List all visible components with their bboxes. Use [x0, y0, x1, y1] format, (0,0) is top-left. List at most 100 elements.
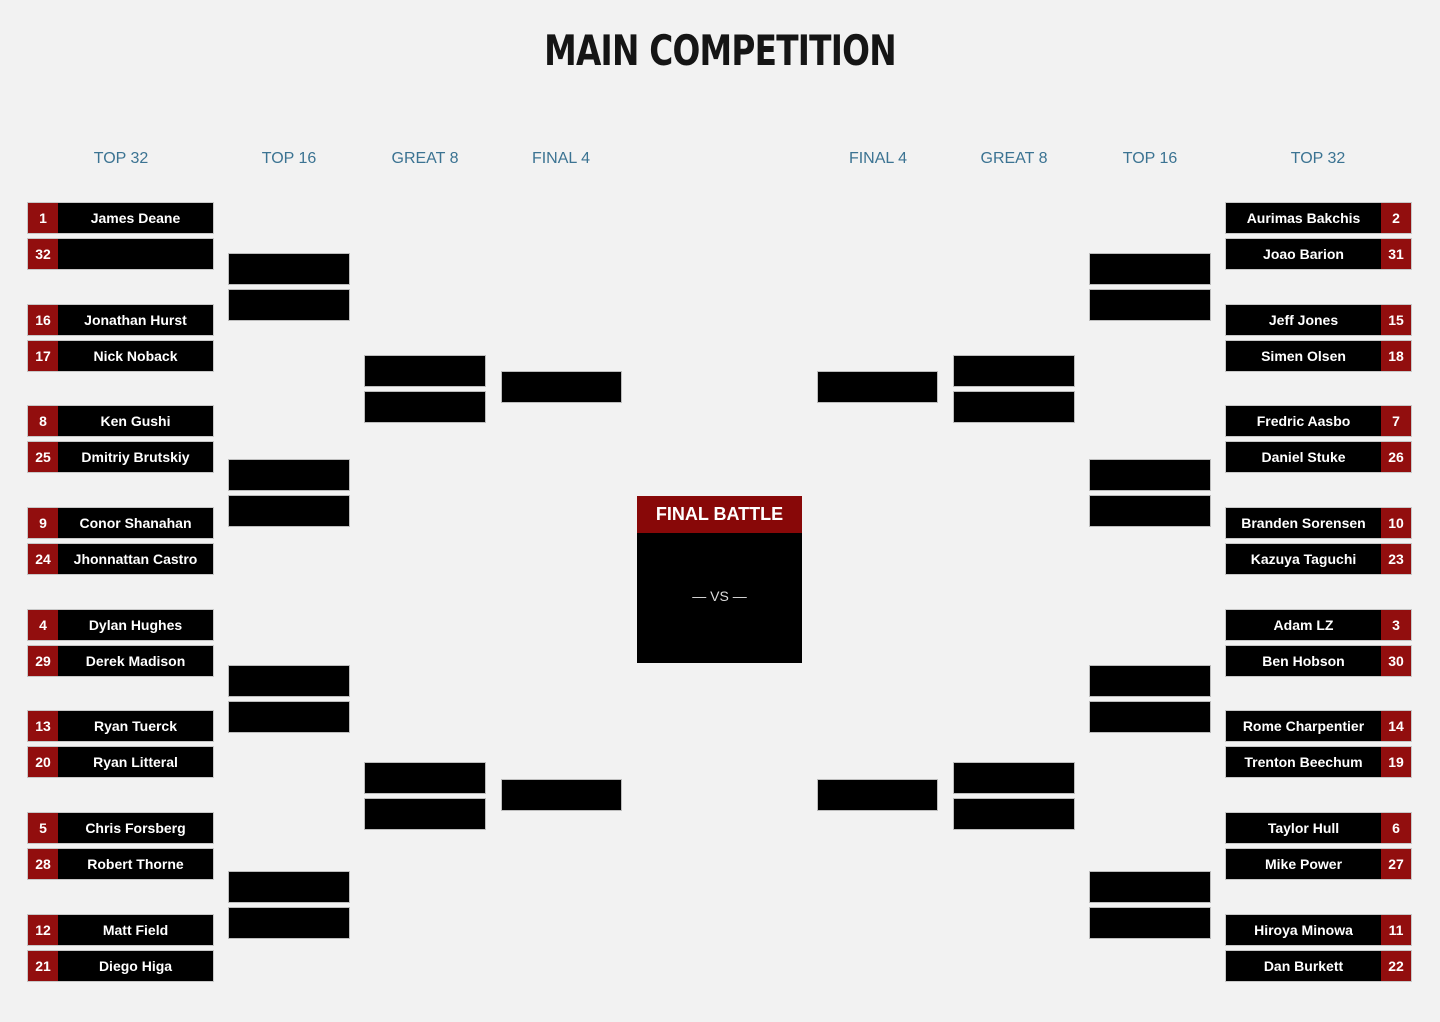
seed-number: 27 [1381, 849, 1411, 879]
bracket-entry-left[interactable]: 16 Jonathan Hurst [27, 304, 214, 336]
bracket-entry-right[interactable]: Dan Burkett 22 [1225, 950, 1412, 982]
top16-slot-right[interactable] [1089, 907, 1211, 939]
round-label-top32-right: TOP 32 [1290, 150, 1346, 167]
bracket-entry-left[interactable]: 28 Robert Thorne [27, 848, 214, 880]
bracket-entry-right[interactable]: Mike Power 27 [1225, 848, 1412, 880]
seed-number: 7 [1381, 406, 1411, 436]
final4-slot-left[interactable] [501, 371, 622, 403]
great8-slot-left[interactable] [364, 355, 486, 387]
bracket-entry-left[interactable]: 20 Ryan Litteral [27, 746, 214, 778]
competitor-name: Adam LZ [1273, 617, 1334, 633]
top16-slot-right[interactable] [1089, 253, 1211, 285]
competitor-name: Hiroya Minowa [1254, 922, 1353, 938]
seed-number: 21 [28, 951, 58, 981]
bracket-entry-right[interactable]: Trenton Beechum 19 [1225, 746, 1412, 778]
top16-slot-right[interactable] [1089, 665, 1211, 697]
bracket-entry-right[interactable]: Kazuya Taguchi 23 [1225, 543, 1412, 575]
top16-slot-right[interactable] [1089, 701, 1211, 733]
top16-slot-right[interactable] [1089, 459, 1211, 491]
competitor-name: Ryan Tuerck [94, 718, 177, 734]
bracket-entry-left[interactable]: 1 James Deane [27, 202, 214, 234]
bracket-entry-right[interactable]: Rome Charpentier 14 [1225, 710, 1412, 742]
competitor-name: Jonathan Hurst [84, 312, 187, 328]
bracket-entry-right[interactable]: Joao Barion 31 [1225, 238, 1412, 270]
top16-slot-left[interactable] [228, 495, 350, 527]
seed-number: 1 [28, 203, 58, 233]
bracket-entry-right[interactable]: Adam LZ 3 [1225, 609, 1412, 641]
bracket-entry-left[interactable]: 25 Dmitriy Brutskiy [27, 441, 214, 473]
bracket-entry-right[interactable]: Aurimas Bakchis 2 [1225, 202, 1412, 234]
final4-slot-left[interactable] [501, 779, 622, 811]
seed-number: 25 [28, 442, 58, 472]
final4-slot-right[interactable] [817, 371, 938, 403]
top16-slot-left[interactable] [228, 665, 350, 697]
bracket-entry-right[interactable]: Hiroya Minowa 11 [1225, 914, 1412, 946]
seed-number: 6 [1381, 813, 1411, 843]
competitor-name: Mike Power [1264, 856, 1343, 872]
top16-slot-right[interactable] [1089, 871, 1211, 903]
competitor-name: James Deane [90, 210, 181, 226]
bracket-entry-right[interactable]: Branden Sorensen 10 [1225, 507, 1412, 539]
top16-slot-left[interactable] [228, 289, 350, 321]
competitor-name: Rome Charpentier [1242, 718, 1365, 734]
bracket-entry-right[interactable]: Simen Olsen 18 [1225, 340, 1412, 372]
bracket-entry-left[interactable]: 17 Nick Noback [27, 340, 214, 372]
great8-slot-right[interactable] [953, 798, 1075, 830]
seed-number: 15 [1381, 305, 1411, 335]
final-battle-box[interactable]: FINAL BATTLE — VS — [637, 496, 802, 663]
seed-number: 9 [28, 508, 58, 538]
great8-slot-right[interactable] [953, 762, 1075, 794]
bracket-entry-left[interactable]: 13 Ryan Tuerck [27, 710, 214, 742]
great8-slot-left[interactable] [364, 762, 486, 794]
great8-slot-left[interactable] [364, 391, 486, 423]
seed-number: 4 [28, 610, 58, 640]
competitor-name [58, 239, 213, 269]
bracket-entry-right[interactable]: Taylor Hull 6 [1225, 812, 1412, 844]
bracket-entry-left[interactable]: 4 Dylan Hughes [27, 609, 214, 641]
seed-number: 26 [1381, 442, 1411, 472]
seed-number: 31 [1381, 239, 1411, 269]
competitor-name: Dylan Hughes [88, 617, 183, 633]
seed-number: 29 [28, 646, 58, 676]
competitor-name: Joao Barion [1263, 246, 1344, 262]
top16-slot-left[interactable] [228, 907, 350, 939]
vs-label: — VS — [692, 588, 747, 604]
great8-slot-right[interactable] [953, 355, 1075, 387]
competitor-name: Branden Sorensen [1241, 515, 1366, 531]
top16-slot-right[interactable] [1089, 289, 1211, 321]
seed-number: 22 [1381, 951, 1411, 981]
competitor-name: Derek Madison [85, 653, 186, 669]
bracket-entry-right[interactable]: Fredric Aasbo 7 [1225, 405, 1412, 437]
bracket-entry-left[interactable]: 24 Jhonnattan Castro [27, 543, 214, 575]
round-label-final4-left: FINAL 4 [531, 150, 591, 167]
competitor-name: Ken Gushi [100, 413, 171, 429]
bracket-entry-left[interactable]: 29 Derek Madison [27, 645, 214, 677]
seed-number: 20 [28, 747, 58, 777]
top16-slot-left[interactable] [228, 459, 350, 491]
final4-slot-right[interactable] [817, 779, 938, 811]
competitor-name: Aurimas Bakchis [1246, 210, 1361, 226]
top16-slot-left[interactable] [228, 871, 350, 903]
seed-number: 19 [1381, 747, 1411, 777]
top16-slot-left[interactable] [228, 253, 350, 285]
competitor-name: Matt Field [102, 922, 169, 938]
bracket-entry-right[interactable]: Daniel Stuke 26 [1225, 441, 1412, 473]
bracket-entry-left[interactable]: 12 Matt Field [27, 914, 214, 946]
bracket-entry-right[interactable]: Jeff Jones 15 [1225, 304, 1412, 336]
great8-slot-right[interactable] [953, 391, 1075, 423]
bracket-entry-left[interactable]: 32 [27, 238, 214, 270]
great8-slot-left[interactable] [364, 798, 486, 830]
bracket-entry-left[interactable]: 9 Conor Shanahan [27, 507, 214, 539]
competitor-name: Dan Burkett [1263, 958, 1344, 974]
bracket-entry-right[interactable]: Ben Hobson 30 [1225, 645, 1412, 677]
bracket-entry-left[interactable]: 21 Diego Higa [27, 950, 214, 982]
bracket-entry-left[interactable]: 5 Chris Forsberg [27, 812, 214, 844]
top16-slot-left[interactable] [228, 701, 350, 733]
seed-number: 12 [28, 915, 58, 945]
bracket-entry-left[interactable]: 8 Ken Gushi [27, 405, 214, 437]
competitor-name: Fredric Aasbo [1256, 413, 1351, 429]
seed-number: 2 [1381, 203, 1411, 233]
top16-slot-right[interactable] [1089, 495, 1211, 527]
competitor-name: Kazuya Taguchi [1250, 551, 1357, 567]
seed-number: 23 [1381, 544, 1411, 574]
